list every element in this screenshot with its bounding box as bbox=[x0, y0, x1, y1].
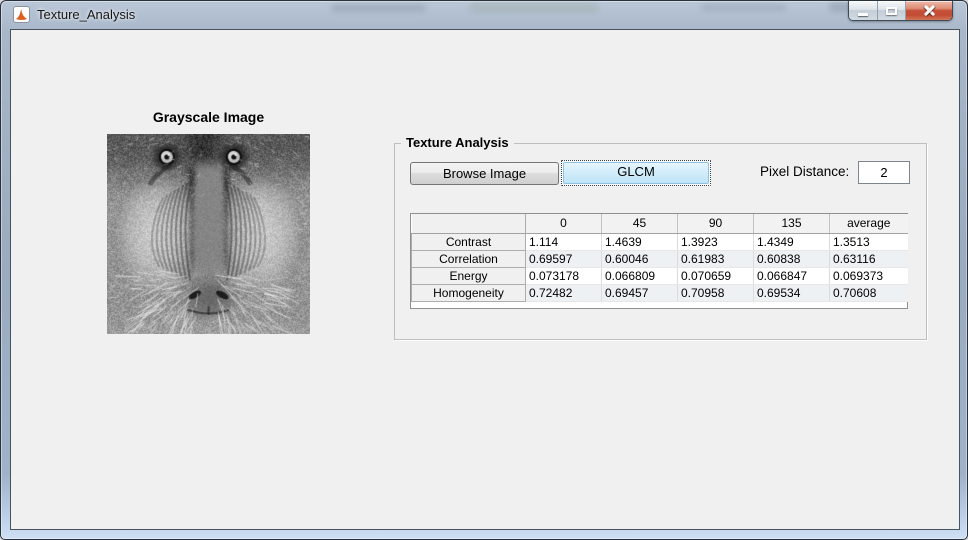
grayscale-image-title: Grayscale Image bbox=[107, 109, 310, 125]
table-cell[interactable]: 1.3923 bbox=[678, 233, 754, 250]
table-row-header: Contrast bbox=[412, 233, 526, 250]
panel-title: Texture Analysis bbox=[401, 135, 514, 150]
table-row: Contrast 1.114 1.4639 1.3923 1.4349 1.35… bbox=[412, 233, 908, 250]
close-button[interactable] bbox=[906, 1, 952, 20]
glcm-button[interactable]: GLCM bbox=[561, 160, 711, 186]
table-cell[interactable]: 1.3513 bbox=[830, 233, 908, 250]
table-column-header: 0 bbox=[526, 214, 602, 233]
titlebar-reflection bbox=[469, 2, 599, 13]
titlebar-reflection bbox=[331, 4, 426, 12]
table-header-row: 0 45 90 135 average bbox=[412, 214, 908, 233]
pixel-distance-input[interactable] bbox=[858, 161, 910, 184]
table-cell[interactable]: 0.69457 bbox=[602, 284, 678, 301]
table-row: Homogeneity 0.72482 0.69457 0.70958 0.69… bbox=[412, 284, 908, 301]
table-column-header: 45 bbox=[602, 214, 678, 233]
table-cell[interactable]: 0.61983 bbox=[678, 250, 754, 267]
table-column-header: 90 bbox=[678, 214, 754, 233]
maximize-button[interactable] bbox=[878, 1, 906, 20]
caption-buttons bbox=[848, 1, 953, 21]
table-cell[interactable]: 1.4349 bbox=[754, 233, 830, 250]
table-row: Energy 0.073178 0.066809 0.070659 0.0668… bbox=[412, 267, 908, 284]
table-corner-cell bbox=[412, 214, 526, 233]
app-window: Texture_Analysis Grayscale Image Texture… bbox=[0, 0, 968, 540]
table-cell[interactable]: 0.60838 bbox=[754, 250, 830, 267]
table-cell[interactable]: 0.069373 bbox=[830, 267, 908, 284]
minimize-icon bbox=[858, 13, 868, 16]
table-cell[interactable]: 1.114 bbox=[526, 233, 602, 250]
table-cell[interactable]: 1.4639 bbox=[602, 233, 678, 250]
table-row-header: Correlation bbox=[412, 250, 526, 267]
table-cell[interactable]: 0.69597 bbox=[526, 250, 602, 267]
browse-image-button[interactable]: Browse Image bbox=[410, 162, 559, 185]
titlebar-reflection bbox=[701, 4, 786, 11]
glcm-results-table: 0 45 90 135 average Contrast 1.114 1.463… bbox=[410, 213, 908, 309]
matlab-app-icon bbox=[13, 6, 30, 23]
window-title: Texture_Analysis bbox=[37, 1, 135, 28]
table-cell[interactable]: 0.073178 bbox=[526, 267, 602, 284]
table-column-header: 135 bbox=[754, 214, 830, 233]
table-cell[interactable]: 0.63116 bbox=[830, 250, 908, 267]
table-cell[interactable]: 0.066809 bbox=[602, 267, 678, 284]
figure-client-area: Grayscale Image Texture Analysis Browse … bbox=[10, 29, 960, 530]
table-row: Correlation 0.69597 0.60046 0.61983 0.60… bbox=[412, 250, 908, 267]
table-cell[interactable]: 0.70608 bbox=[830, 284, 908, 301]
maximize-icon bbox=[886, 7, 897, 15]
table-cell[interactable]: 0.60046 bbox=[602, 250, 678, 267]
table-row-header: Energy bbox=[412, 267, 526, 284]
grayscale-image bbox=[107, 134, 310, 334]
table-cell[interactable]: 0.70958 bbox=[678, 284, 754, 301]
table-column-header: average bbox=[830, 214, 908, 233]
table-cell[interactable]: 0.070659 bbox=[678, 267, 754, 284]
title-bar[interactable]: Texture_Analysis bbox=[1, 1, 967, 29]
pixel-distance-label: Pixel Distance: bbox=[760, 164, 849, 179]
table-cell[interactable]: 0.066847 bbox=[754, 267, 830, 284]
close-icon bbox=[923, 4, 936, 17]
table-cell[interactable]: 0.69534 bbox=[754, 284, 830, 301]
table-cell[interactable]: 0.72482 bbox=[526, 284, 602, 301]
table-row-header: Homogeneity bbox=[412, 284, 526, 301]
glcm-button-label: GLCM bbox=[563, 162, 709, 184]
minimize-button[interactable] bbox=[849, 1, 878, 20]
